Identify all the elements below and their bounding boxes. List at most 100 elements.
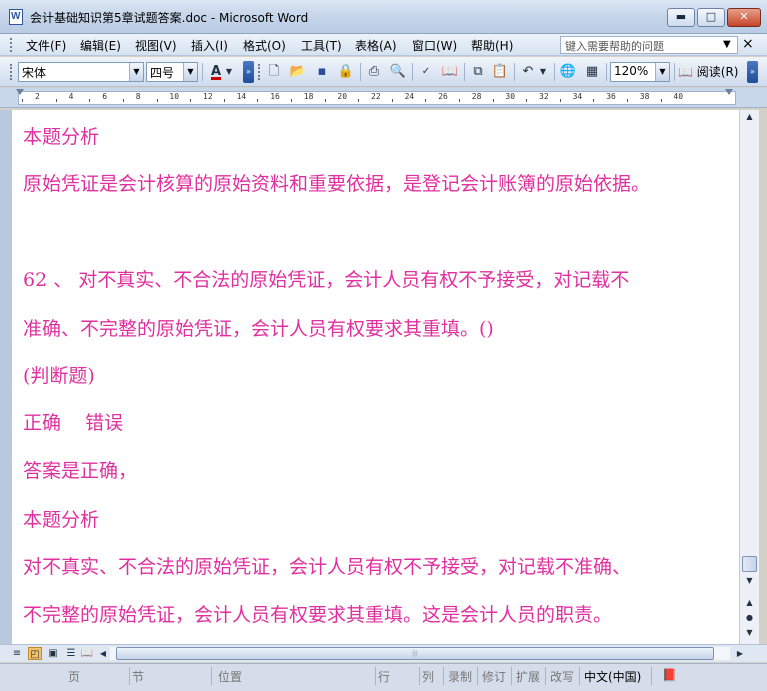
copy-icon[interactable]: ⧉ xyxy=(468,63,488,81)
normal-view-icon[interactable]: ≡ xyxy=(10,647,24,660)
menu-format[interactable]: 格式(O) xyxy=(241,37,288,54)
document-close-icon[interactable]: × xyxy=(742,36,754,52)
status-language[interactable]: 中文(中国) xyxy=(582,667,652,685)
outline-view-icon[interactable]: ☰ xyxy=(64,647,78,660)
save-icon[interactable]: ▪ xyxy=(312,63,332,81)
ruler-tick-label: 12 xyxy=(203,92,213,101)
open-folder-icon[interactable]: 📂 xyxy=(288,63,308,81)
previous-page-icon[interactable]: ▲ xyxy=(742,598,757,610)
next-page-icon[interactable]: ▼ xyxy=(742,628,757,640)
zoom-select[interactable]: 120% ▼ xyxy=(610,62,670,82)
ruler-tick-label: 6 xyxy=(102,92,108,101)
ruler-tick-label: 36 xyxy=(606,92,616,101)
ruler-tick-label: 38 xyxy=(639,92,650,101)
scroll-right-icon[interactable]: ▶ xyxy=(733,647,747,660)
ruler-tick-label: 8 xyxy=(135,92,141,101)
ruler-tick-label: 2 xyxy=(35,92,40,101)
ruler-tick-label: 22 xyxy=(371,92,381,101)
left-indent-marker[interactable] xyxy=(16,89,24,95)
right-indent-marker[interactable] xyxy=(725,89,733,95)
toolbar-separator xyxy=(360,63,361,81)
vertical-scrollbar[interactable]: ▲ ▼ ▲ ● ▼ xyxy=(739,110,759,644)
toolbar-separator xyxy=(202,63,203,81)
menu-view[interactable]: 视图(V) xyxy=(133,37,179,54)
vertical-scroll-thumb[interactable] xyxy=(742,556,757,572)
close-button[interactable]: ✕ xyxy=(727,8,761,27)
horizontal-scrollbar[interactable]: ⦙⦙⦙ xyxy=(110,647,730,660)
permission-icon[interactable]: 🔒 xyxy=(336,63,356,81)
ruler-tick-label: 16 xyxy=(270,92,280,101)
chevron-down-icon[interactable]: ▼ xyxy=(129,63,143,81)
status-extend[interactable]: 扩展 xyxy=(514,667,546,685)
print-preview-icon[interactable]: 🔍 xyxy=(388,63,408,81)
help-search-input[interactable]: 键入需要帮助的问题 xyxy=(560,36,738,54)
font-color-dropdown-icon[interactable]: ▼ xyxy=(224,63,234,81)
minimize-button[interactable]: ▬ xyxy=(667,8,695,27)
paste-icon[interactable]: 📋 xyxy=(490,63,510,81)
web-layout-icon[interactable]: ◰ xyxy=(28,647,42,660)
menu-file[interactable]: 文件(F) xyxy=(24,37,68,54)
menu-insert[interactable]: 插入(I) xyxy=(189,37,230,54)
status-page[interactable]: 页 xyxy=(20,667,130,685)
window-border xyxy=(759,110,767,644)
doc-line: 对不真实、不合法的原始凭证，会计人员有权不予接受，对记载不准确、 xyxy=(23,556,632,578)
status-section[interactable]: 节 xyxy=(130,667,212,685)
font-color-icon: A xyxy=(210,64,222,79)
scroll-left-icon[interactable]: ◀ xyxy=(96,647,110,660)
ruler-tick xyxy=(22,99,24,102)
toolbar-separator xyxy=(554,63,555,81)
ruler-tick xyxy=(391,99,393,102)
menubar-grip[interactable] xyxy=(10,38,13,52)
hyperlink-icon[interactable]: 🌐 xyxy=(558,63,578,81)
help-dropdown-icon[interactable]: ▼ xyxy=(723,39,731,50)
print-icon[interactable]: ⎙ xyxy=(364,63,384,81)
doc-line: 62 、 对不真实、不合法的原始凭证，会计人员有权不予接受，对记载不 xyxy=(23,269,630,291)
ruler-tick xyxy=(358,99,360,102)
word-app-icon[interactable] xyxy=(9,9,23,25)
new-document-icon[interactable]: 🗋 xyxy=(264,63,284,81)
font-size-select[interactable]: 四号 ▼ xyxy=(146,62,198,82)
toolbar-grip[interactable] xyxy=(258,64,261,80)
font-size-value: 四号 xyxy=(150,66,175,80)
status-track-changes[interactable]: 修订 xyxy=(480,667,512,685)
menu-help[interactable]: 帮助(H) xyxy=(469,37,515,54)
undo-dropdown-icon[interactable]: ▼ xyxy=(538,63,548,81)
research-icon[interactable]: 📖 xyxy=(440,63,460,81)
menu-tools[interactable]: 工具(T) xyxy=(299,37,344,54)
ruler-tick-label: 28 xyxy=(471,92,482,101)
spelling-status-icon[interactable]: 📕 xyxy=(660,667,686,685)
document-page[interactable]: 本题分析 原始凭证是会计核算的原始资料和重要依据，是登记会计账簿的原始依据。 6… xyxy=(12,110,739,644)
chevron-down-icon[interactable]: ▼ xyxy=(655,63,669,81)
scroll-down-icon[interactable]: ▼ xyxy=(742,576,757,588)
chevron-down-icon[interactable]: ▼ xyxy=(183,63,197,81)
book-icon: 📖 xyxy=(678,65,693,79)
spelling-icon[interactable]: ✓ xyxy=(416,63,436,81)
menu-window[interactable]: 窗口(W) xyxy=(410,37,459,54)
status-position[interactable]: 位置 xyxy=(216,667,376,685)
toolbar-overflow-icon[interactable]: » xyxy=(747,61,758,83)
menu-edit[interactable]: 编辑(E) xyxy=(78,37,123,54)
horizontal-scroll-thumb[interactable]: ⦙⦙⦙ xyxy=(116,647,714,660)
status-line[interactable]: 行 xyxy=(376,667,420,685)
ruler-tick-label: 20 xyxy=(337,92,348,101)
font-color-button[interactable]: A xyxy=(206,63,226,81)
reading-layout-label: 阅读(R) xyxy=(696,65,739,79)
toolbar-overflow-icon[interactable]: » xyxy=(243,61,254,83)
browse-object-icon[interactable]: ● xyxy=(742,613,757,625)
scroll-up-icon[interactable]: ▲ xyxy=(742,112,757,124)
reading-layout-button[interactable]: 📖 阅读(R) xyxy=(678,63,738,80)
toolbar-grip[interactable] xyxy=(10,64,13,80)
reading-view-icon[interactable]: 📖 xyxy=(80,647,94,660)
maximize-button[interactable]: □ xyxy=(697,8,725,27)
font-name-select[interactable]: 宋体 ▼ xyxy=(18,62,144,82)
menu-table[interactable]: 表格(A) xyxy=(353,37,399,54)
print-layout-icon[interactable]: ▣ xyxy=(46,647,60,660)
horizontal-ruler[interactable]: 2 4 6 8 10 12 14 16 18 20 22 24 26 28 30 32 34 36 38 40 xyxy=(0,88,767,108)
zoom-value: 120% xyxy=(614,64,649,78)
status-overtype[interactable]: 改写 xyxy=(548,667,580,685)
status-record[interactable]: 录制 xyxy=(446,667,478,685)
table-icon[interactable]: ▦ xyxy=(582,63,602,81)
ruler-tick xyxy=(257,99,259,102)
status-column[interactable]: 列 xyxy=(420,667,444,685)
undo-icon[interactable]: ↶ xyxy=(518,63,538,81)
